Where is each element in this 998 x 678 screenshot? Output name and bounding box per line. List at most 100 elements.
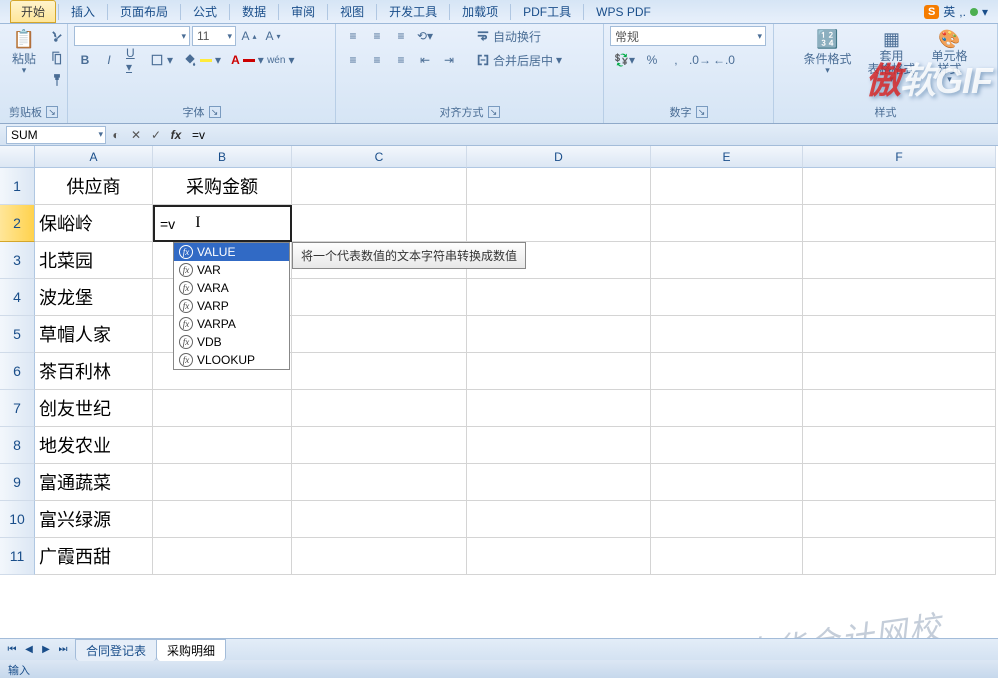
font-size-combo[interactable]: 11▾ (192, 26, 236, 46)
cell-F10[interactable] (803, 501, 996, 538)
row-header[interactable]: 4 (0, 279, 35, 316)
cell-styles-button[interactable]: 🎨单元格 样式▾ (926, 26, 974, 87)
paste-button[interactable]: 📋 粘贴 ▾ (6, 26, 42, 78)
wrap-text-button[interactable]: 自动换行 (472, 26, 566, 46)
cell-A6[interactable]: 茶百利林 (35, 353, 153, 390)
cell-F9[interactable] (803, 464, 996, 501)
dialog-launcher-icon[interactable]: ↘ (46, 106, 58, 118)
accept-formula-button[interactable]: ✓ (146, 128, 166, 142)
autocomplete-item-VAR[interactable]: fxVAR (174, 261, 289, 279)
menu-tab-视图[interactable]: 视图 (330, 1, 374, 22)
align-bottom-button[interactable]: ≡ (390, 26, 412, 46)
cell-E11[interactable] (651, 538, 803, 575)
row-header[interactable]: 9 (0, 464, 35, 501)
cell-D5[interactable] (467, 316, 651, 353)
cell-D8[interactable] (467, 427, 651, 464)
cell-E10[interactable] (651, 501, 803, 538)
cell-B8[interactable] (153, 427, 292, 464)
comma-button[interactable]: , (665, 50, 687, 70)
cell-A9[interactable]: 富通蔬菜 (35, 464, 153, 501)
table-format-button[interactable]: ▦套用 表格格式▾ (861, 26, 921, 87)
cell-A8[interactable]: 地发农业 (35, 427, 153, 464)
ime-indicator[interactable]: S 英 ,. ▾ (924, 3, 998, 20)
formula-input[interactable]: =v (186, 128, 998, 142)
font-color-button[interactable]: A▾ (227, 50, 268, 70)
cancel-formula-button[interactable]: ✕ (126, 128, 146, 142)
row-header[interactable]: 2 (0, 205, 35, 242)
row-header[interactable]: 11 (0, 538, 35, 575)
cell-A11[interactable]: 广霞西甜 (35, 538, 153, 575)
sheet-nav-next-button[interactable]: ▶ (38, 644, 54, 655)
cell-F5[interactable] (803, 316, 996, 353)
cell-D11[interactable] (467, 538, 651, 575)
cell-C8[interactable] (292, 427, 467, 464)
dialog-launcher-icon[interactable]: ↘ (209, 106, 221, 118)
column-header-B[interactable]: B (153, 146, 292, 168)
cell-C9[interactable] (292, 464, 467, 501)
menu-tab-公式[interactable]: 公式 (183, 1, 227, 22)
cell-C1[interactable] (292, 168, 467, 205)
shrink-font-button[interactable]: A▾ (262, 26, 284, 46)
cell-D1[interactable] (467, 168, 651, 205)
cell-F3[interactable] (803, 242, 996, 279)
bold-button[interactable]: B (74, 50, 96, 70)
align-top-button[interactable]: ≡ (342, 26, 364, 46)
cell-C7[interactable] (292, 390, 467, 427)
font-name-combo[interactable]: ▾ (74, 26, 190, 46)
cell-A5[interactable]: 草帽人家 (35, 316, 153, 353)
cell-B10[interactable] (153, 501, 292, 538)
row-header[interactable]: 6 (0, 353, 35, 390)
cell-D4[interactable] (467, 279, 651, 316)
autocomplete-item-VALUE[interactable]: fxVALUE (174, 243, 289, 261)
sheet-tab-合同登记表[interactable]: 合同登记表 (75, 639, 157, 661)
cell-B2[interactable]: =v (153, 205, 292, 242)
cell-D10[interactable] (467, 501, 651, 538)
menu-tab-数据[interactable]: 数据 (232, 1, 276, 22)
increase-decimal-button[interactable]: .0→ (689, 50, 711, 70)
dialog-launcher-icon[interactable]: ↘ (696, 106, 708, 118)
cell-E4[interactable] (651, 279, 803, 316)
accounting-format-button[interactable]: 💱▾ (610, 50, 639, 70)
menu-tab-开发工具[interactable]: 开发工具 (379, 1, 447, 22)
cell-B11[interactable] (153, 538, 292, 575)
menu-tab-审阅[interactable]: 审阅 (281, 1, 325, 22)
cell-B1[interactable]: 采购金额 (153, 168, 292, 205)
sheet-nav-prev-button[interactable]: ◀ (21, 644, 37, 655)
column-header-A[interactable]: A (35, 146, 153, 168)
cell-E5[interactable] (651, 316, 803, 353)
cell-A10[interactable]: 富兴绿源 (35, 501, 153, 538)
menu-tab-加载项[interactable]: 加载项 (452, 1, 508, 22)
fill-color-button[interactable]: ▾ (179, 50, 225, 70)
cell-E3[interactable] (651, 242, 803, 279)
sheet-nav-first-button[interactable]: ⏮ (4, 644, 20, 655)
cell-D9[interactable] (467, 464, 651, 501)
merge-center-button[interactable]: 合并后居中 ▾ (472, 50, 566, 70)
conditional-format-button[interactable]: 🔢条件格式▾ (797, 26, 857, 78)
underline-button[interactable]: U ▾ (122, 50, 144, 70)
cell-C10[interactable] (292, 501, 467, 538)
cell-B7[interactable] (153, 390, 292, 427)
number-format-combo[interactable]: 常规▾ (610, 26, 766, 46)
cell-E2[interactable] (651, 205, 803, 242)
cell-F2[interactable] (803, 205, 996, 242)
row-header[interactable]: 8 (0, 427, 35, 464)
align-right-button[interactable]: ≡ (390, 50, 412, 70)
italic-button[interactable]: I (98, 50, 120, 70)
autocomplete-item-VLOOKUP[interactable]: fxVLOOKUP (174, 351, 289, 369)
cell-F6[interactable] (803, 353, 996, 390)
border-button[interactable]: ▾ (146, 50, 177, 70)
decrease-decimal-button[interactable]: ←.0 (713, 50, 735, 70)
cell-A7[interactable]: 创友世纪 (35, 390, 153, 427)
align-center-button[interactable]: ≡ (366, 50, 388, 70)
row-header[interactable]: 10 (0, 501, 35, 538)
cell-E8[interactable] (651, 427, 803, 464)
grow-font-button[interactable]: A▴ (238, 26, 260, 46)
autocomplete-item-VARA[interactable]: fxVARA (174, 279, 289, 297)
orientation-button[interactable]: ⟲▾ (414, 26, 436, 46)
cell-C4[interactable] (292, 279, 467, 316)
name-box[interactable]: SUM▾ (6, 126, 106, 144)
menu-tab-PDF工具[interactable]: PDF工具 (513, 1, 581, 22)
decrease-indent-button[interactable]: ⇤ (414, 50, 436, 70)
copy-button[interactable] (46, 48, 68, 68)
cell-D6[interactable] (467, 353, 651, 390)
